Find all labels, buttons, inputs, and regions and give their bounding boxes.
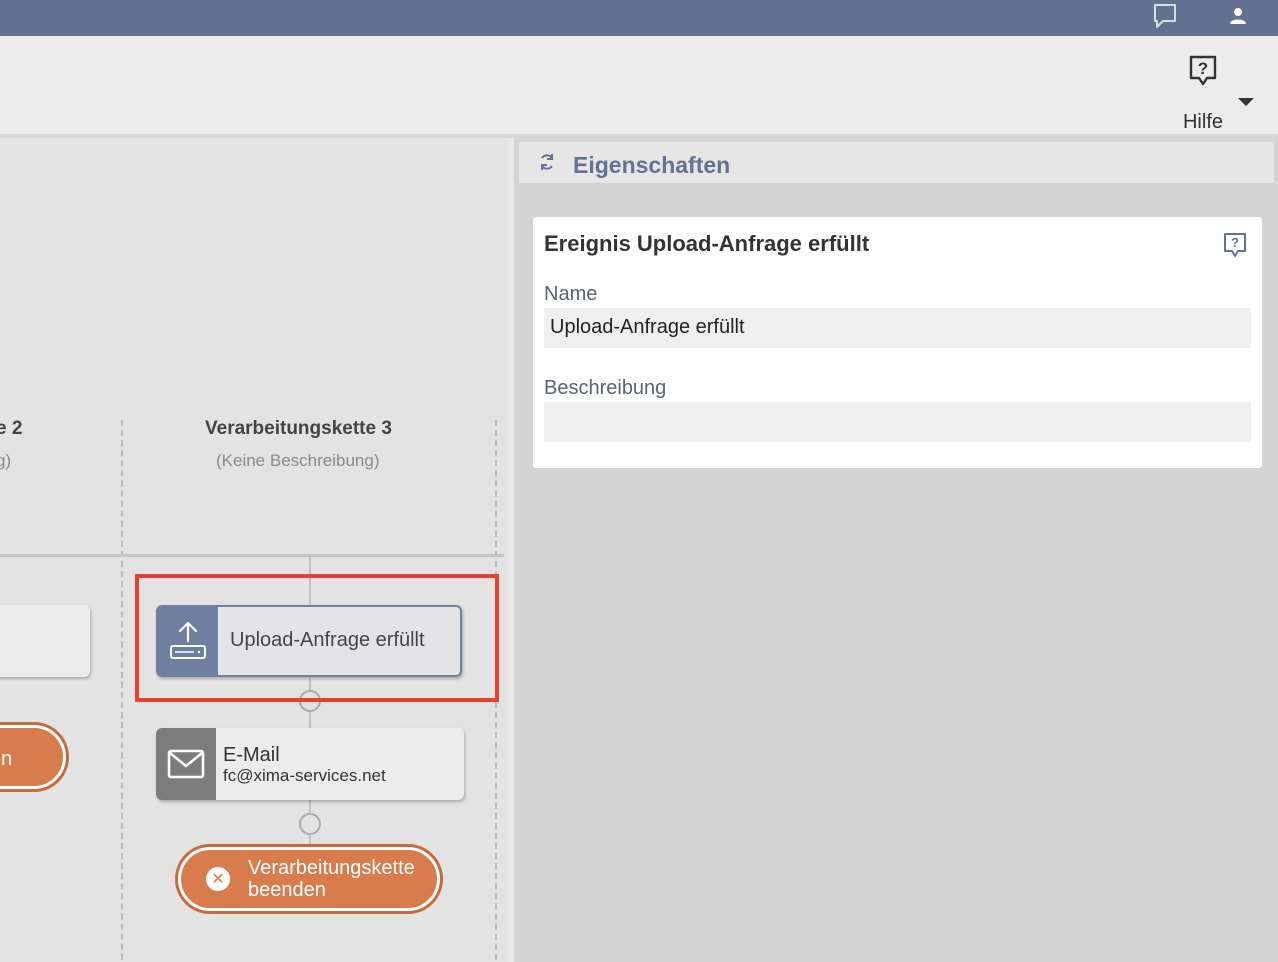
properties-header: Eigenschaften <box>519 142 1274 184</box>
lane-2-end-node[interactable]: n <box>0 725 66 789</box>
lane-title-3: Verarbeitungskette 3 <box>205 418 392 439</box>
help-icon[interactable]: ? <box>1223 232 1247 263</box>
svg-text:?: ? <box>1231 235 1239 250</box>
end-processing-chain-node[interactable]: ✕ Verarbeitungskette beenden <box>178 847 440 911</box>
chat-icon[interactable] <box>1150 0 1180 32</box>
top-bar <box>0 0 1278 36</box>
lane-header-line <box>0 554 504 557</box>
help-icon: ? <box>1188 54 1218 93</box>
help-label: Hilfe <box>1182 111 1223 133</box>
email-node-title: E-Mail <box>223 744 280 766</box>
lane-2-end-label: n <box>1 748 13 770</box>
description-label: Beschreibung <box>544 377 667 399</box>
lane-2-node[interactable] <box>0 605 90 677</box>
lane-title-2: e 2 <box>0 418 23 439</box>
name-label: Name <box>544 283 598 305</box>
name-field[interactable]: Upload-Anfrage erfüllt <box>544 308 1251 348</box>
toolbar: ? Hilfe <box>0 36 1278 136</box>
close-icon: ✕ <box>206 867 230 891</box>
mail-icon <box>156 728 216 800</box>
refresh-icon[interactable] <box>537 152 557 177</box>
lane-separator <box>121 420 123 962</box>
help-button[interactable]: ? Hilfe <box>1172 54 1234 133</box>
event-properties-card: Ereignis Upload-Anfrage erfüllt ? Name U… <box>533 217 1262 468</box>
user-icon[interactable] <box>1224 0 1252 32</box>
end-node-label-line1: Verarbeitungskette <box>248 857 415 879</box>
email-node[interactable]: E-Mail fc@xima-services.net <box>156 728 464 800</box>
properties-panel: Eigenschaften Ereignis Upload-Anfrage er… <box>514 138 1278 962</box>
help-dropdown-chevron-icon[interactable] <box>1238 98 1254 106</box>
end-node-label-line2: beenden <box>248 879 326 901</box>
flow-connector[interactable] <box>299 813 321 835</box>
svg-text:?: ? <box>1198 59 1208 78</box>
email-node-address: fc@xima-services.net <box>223 766 386 785</box>
lane-description-3: (Keine Beschreibung) <box>216 451 380 470</box>
selection-highlight <box>135 574 499 702</box>
card-title: Ereignis Upload-Anfrage erfüllt <box>544 231 870 256</box>
process-canvas[interactable]: e 2 g) Verarbeitungskette 3 (Keine Besch… <box>0 138 508 962</box>
properties-title: Eigenschaften <box>573 152 731 178</box>
description-field[interactable] <box>544 402 1251 442</box>
lane-description-2: g) <box>0 451 12 470</box>
